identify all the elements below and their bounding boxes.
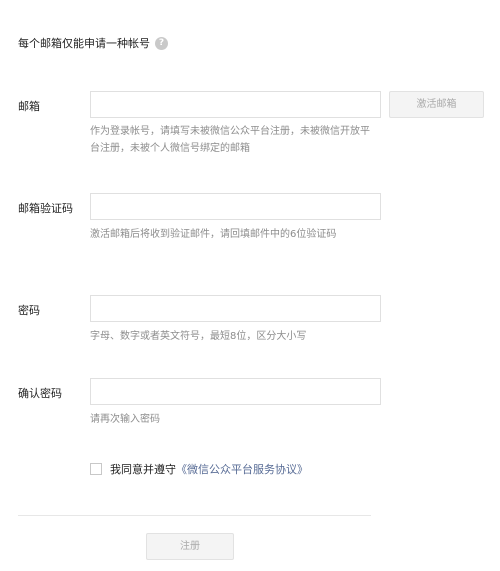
agreement-row: 我同意并遵守 《微信公众平台服务协议》 [90,461,308,477]
code-input[interactable] [90,193,381,220]
password-label: 密码 [18,304,40,317]
code-label: 邮箱验证码 [18,202,73,215]
service-agreement-link[interactable]: 《微信公众平台服务协议》 [176,461,308,477]
code-hint: 激活邮箱后将收到验证邮件，请回填邮件中的6位验证码 [90,229,337,240]
agreement-checkbox[interactable] [90,463,102,475]
question-icon[interactable]: ? [155,36,168,50]
password-hint: 字母、数字或者英文符号，最短8位，区分大小写 [90,331,307,342]
activate-email-button[interactable]: 激活邮箱 [389,91,484,118]
password-input[interactable] [90,295,381,322]
confirm-password-input[interactable] [90,378,381,405]
confirm-password-label: 确认密码 [18,387,62,400]
email-input[interactable] [90,91,381,118]
notice-text: 每个邮箱仅能申请一种帐号 [18,37,150,50]
divider [18,515,371,516]
agreement-text: 我同意并遵守 [110,463,176,476]
notice-line: 每个邮箱仅能申请一种帐号 ? [18,35,168,51]
email-label: 邮箱 [18,100,40,113]
confirm-password-hint: 请再次输入密码 [90,414,160,425]
register-button[interactable]: 注册 [146,533,234,560]
email-hint: 作为登录帐号，请填写未被微信公众平台注册，未被微信开放平台注册，未被个人微信号绑… [90,126,370,154]
